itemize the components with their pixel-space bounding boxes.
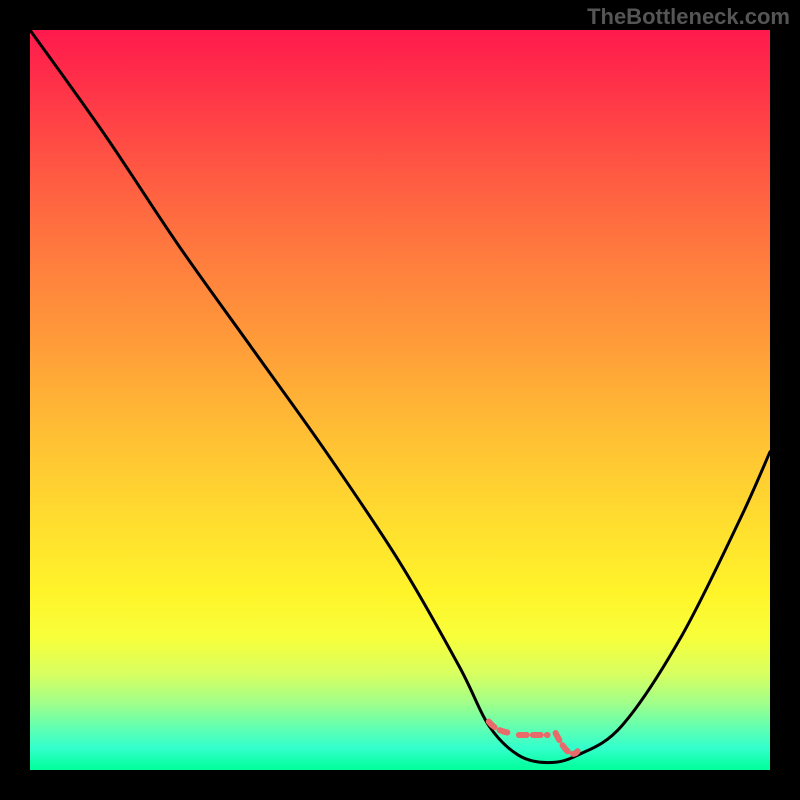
watermark-text: TheBottleneck.com: [587, 4, 790, 30]
bottleneck-curve-line: [30, 30, 770, 763]
optimal-zone-dash: [489, 722, 578, 754]
chart-plot-area: [30, 30, 770, 770]
chart-svg: [30, 30, 770, 770]
optimal-zone-markers: [489, 722, 578, 754]
